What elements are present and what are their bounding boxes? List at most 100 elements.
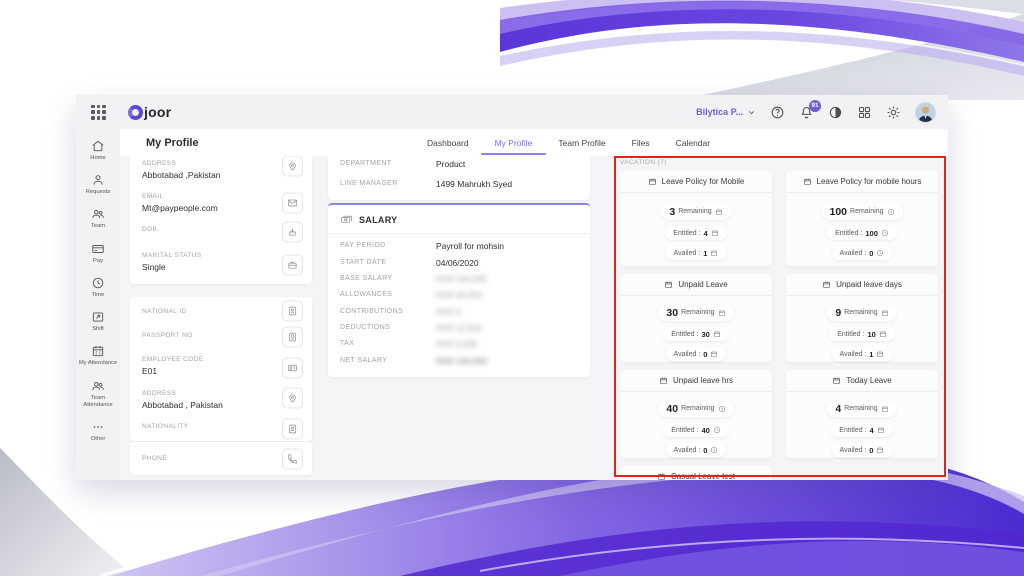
- topbar-actions: Bilytica P... 91: [696, 102, 948, 123]
- chevron-down-icon: [747, 108, 756, 117]
- user-dropdown[interactable]: Bilytica P...: [696, 107, 756, 117]
- notifications-bell-icon[interactable]: 91: [799, 105, 814, 120]
- app-window: joor Bilytica P... 91: [76, 95, 948, 480]
- availed-pill: Availed :0: [666, 347, 727, 361]
- logo-o-ring: [128, 105, 143, 120]
- tab-team-profile[interactable]: Team Profile: [556, 130, 607, 156]
- calendar-icon: [657, 472, 666, 480]
- profile-card-personal: ADDRESS Abbotabad ,Pakistan EMAIL Mt@pay…: [130, 156, 312, 284]
- shift-icon: [91, 310, 105, 324]
- passport-icon[interactable]: [282, 327, 303, 348]
- team-attendance-people-icon: [91, 379, 105, 393]
- employment-row-department: DEPARTMENT Product: [328, 156, 590, 174]
- badge-icon[interactable]: [282, 358, 303, 379]
- content-area: ADDRESS Abbotabad ,Pakistan EMAIL Mt@pay…: [120, 156, 948, 480]
- calendar-icon: [881, 405, 889, 413]
- top-app-bar: joor Bilytica P... 91: [76, 95, 948, 129]
- waffle-menu-icon[interactable]: [91, 105, 106, 120]
- theme-contrast-icon[interactable]: [828, 105, 843, 120]
- briefcase-icon[interactable]: [282, 254, 303, 275]
- profile-row-email: EMAIL Mt@paypeople.com: [130, 186, 312, 219]
- leave-card-unpaid-leave: Unpaid Leave 30Remaining Entitled :30 Av…: [620, 274, 772, 362]
- calendar-icon: [713, 330, 721, 338]
- clock-icon: [887, 208, 895, 216]
- team-people-icon: [91, 207, 105, 221]
- clock-icon: [876, 249, 884, 257]
- remaining-pill: 40Remaining: [658, 400, 733, 417]
- salary-row-base-salary: BASE SALARY PKR 100,000: [328, 271, 590, 287]
- id-card-icon[interactable]: [282, 301, 303, 322]
- calendar-icon: [664, 280, 673, 289]
- availed-pill: Availed :1: [832, 347, 893, 361]
- location-pin-icon[interactable]: [282, 156, 303, 177]
- sidebar-item-home[interactable]: Home: [76, 137, 120, 164]
- salary-row-net-salary: NET SALARY PKR 146,000: [328, 353, 590, 369]
- remaining-pill: 100Remaining: [822, 203, 903, 220]
- clock-icon: [881, 229, 889, 237]
- availed-pill: Availed :0: [666, 443, 727, 457]
- envelope-icon[interactable]: [282, 192, 303, 213]
- sidebar-item-requests[interactable]: Requests: [76, 171, 120, 198]
- my-attendance-calendar-icon: [91, 344, 105, 358]
- sidebar-item-my-attendance[interactable]: My Attendance: [76, 342, 120, 369]
- entitled-pill: Entitled :30: [663, 327, 729, 341]
- sidebar-item-pay[interactable]: Pay: [76, 240, 120, 267]
- sidebar-item-team[interactable]: Team: [76, 205, 120, 232]
- profile-row-national-id: NATIONAL ID: [130, 297, 312, 325]
- location-pin-icon[interactable]: [282, 388, 303, 409]
- salary-title: SALARY: [359, 215, 397, 225]
- page-title: My Profile: [146, 137, 199, 149]
- leave-card-casual-leave-test: Casual Leave test: [620, 466, 772, 480]
- profile-card-address2: ADDRESS Abbotabad , Pakistan NATIONALITY: [130, 380, 312, 441]
- tab-files[interactable]: Files: [630, 130, 652, 156]
- leave-card-unpaid-leave-days: Unpaid leave days 9Remaining Entitled :1…: [786, 274, 938, 362]
- tab-dashboard[interactable]: Dashboard: [425, 130, 471, 156]
- leave-card-leave-policy-mobile: Leave Policy for Mobile 3Remaining Entit…: [620, 171, 772, 266]
- sidebar-nav: Home Requests Team Pay Time Shift: [76, 129, 120, 480]
- id-card-icon[interactable]: [282, 418, 303, 439]
- calendar-icon: [659, 376, 668, 385]
- sidebar-item-shift[interactable]: Shift: [76, 308, 120, 335]
- app-logo: joor: [128, 104, 171, 120]
- settings-gear-icon[interactable]: [886, 105, 901, 120]
- home-icon: [91, 139, 105, 153]
- calendar-icon: [711, 229, 719, 237]
- salary-row-allowances: ALLOWANCES PKR 45,000: [328, 287, 590, 303]
- profile-row-phone: PHONE: [130, 442, 312, 475]
- phone-icon[interactable]: [282, 448, 303, 469]
- profile-card-phone: PHONE: [130, 442, 312, 475]
- decorative-wave-top-right: [500, 0, 1024, 100]
- apps-grid-icon[interactable]: [857, 105, 872, 120]
- profile-row-marital-status: MARITAL STATUS Single: [130, 245, 312, 284]
- calendar-icon: [877, 426, 885, 434]
- screenshot-canvas: joor Bilytica P... 91: [0, 0, 1024, 576]
- salary-row-start-date: START DATE 04/06/2020: [328, 254, 590, 270]
- pay-card-icon: [91, 242, 105, 256]
- remaining-pill: 4Remaining: [827, 400, 896, 417]
- sidebar-item-other[interactable]: Other: [76, 418, 120, 445]
- leave-card-unpaid-leave-hrs: Unpaid leave hrs 40Remaining Entitled :4…: [620, 370, 772, 458]
- profile-row-address: ADDRESS Abbotabad ,Pakistan: [130, 156, 312, 186]
- entitled-pill: Entitled :4: [665, 226, 726, 240]
- entitled-pill: Entitled :4: [831, 423, 892, 437]
- sidebar-item-team-attendance[interactable]: Team Attendance: [76, 377, 120, 411]
- user-avatar[interactable]: [915, 102, 936, 123]
- calendar-icon: [879, 330, 887, 338]
- logo-text: joor: [144, 104, 171, 120]
- sidebar-item-time[interactable]: Time: [76, 274, 120, 301]
- profile-row-dob: DOB: [130, 219, 312, 245]
- tab-calendar[interactable]: Calendar: [674, 130, 713, 156]
- money-icon: [340, 213, 353, 226]
- clock-icon: [710, 446, 718, 454]
- tab-my-profile[interactable]: My Profile: [493, 130, 535, 156]
- salary-row-contributions: CONTRIBUTIONS PKR 0: [328, 304, 590, 320]
- salary-header: SALARY: [328, 205, 590, 234]
- salary-row-deductions: DEDUCTIONS PKR 12,000: [328, 320, 590, 336]
- calendar-icon: [876, 446, 884, 454]
- calendar-icon: [715, 208, 723, 216]
- cake-icon[interactable]: [282, 222, 303, 243]
- help-icon[interactable]: [770, 105, 785, 120]
- entitled-pill: Entitled :100: [827, 226, 897, 240]
- availed-pill: Availed :0: [832, 443, 893, 457]
- profile-row-nationality: NATIONALITY: [130, 416, 312, 441]
